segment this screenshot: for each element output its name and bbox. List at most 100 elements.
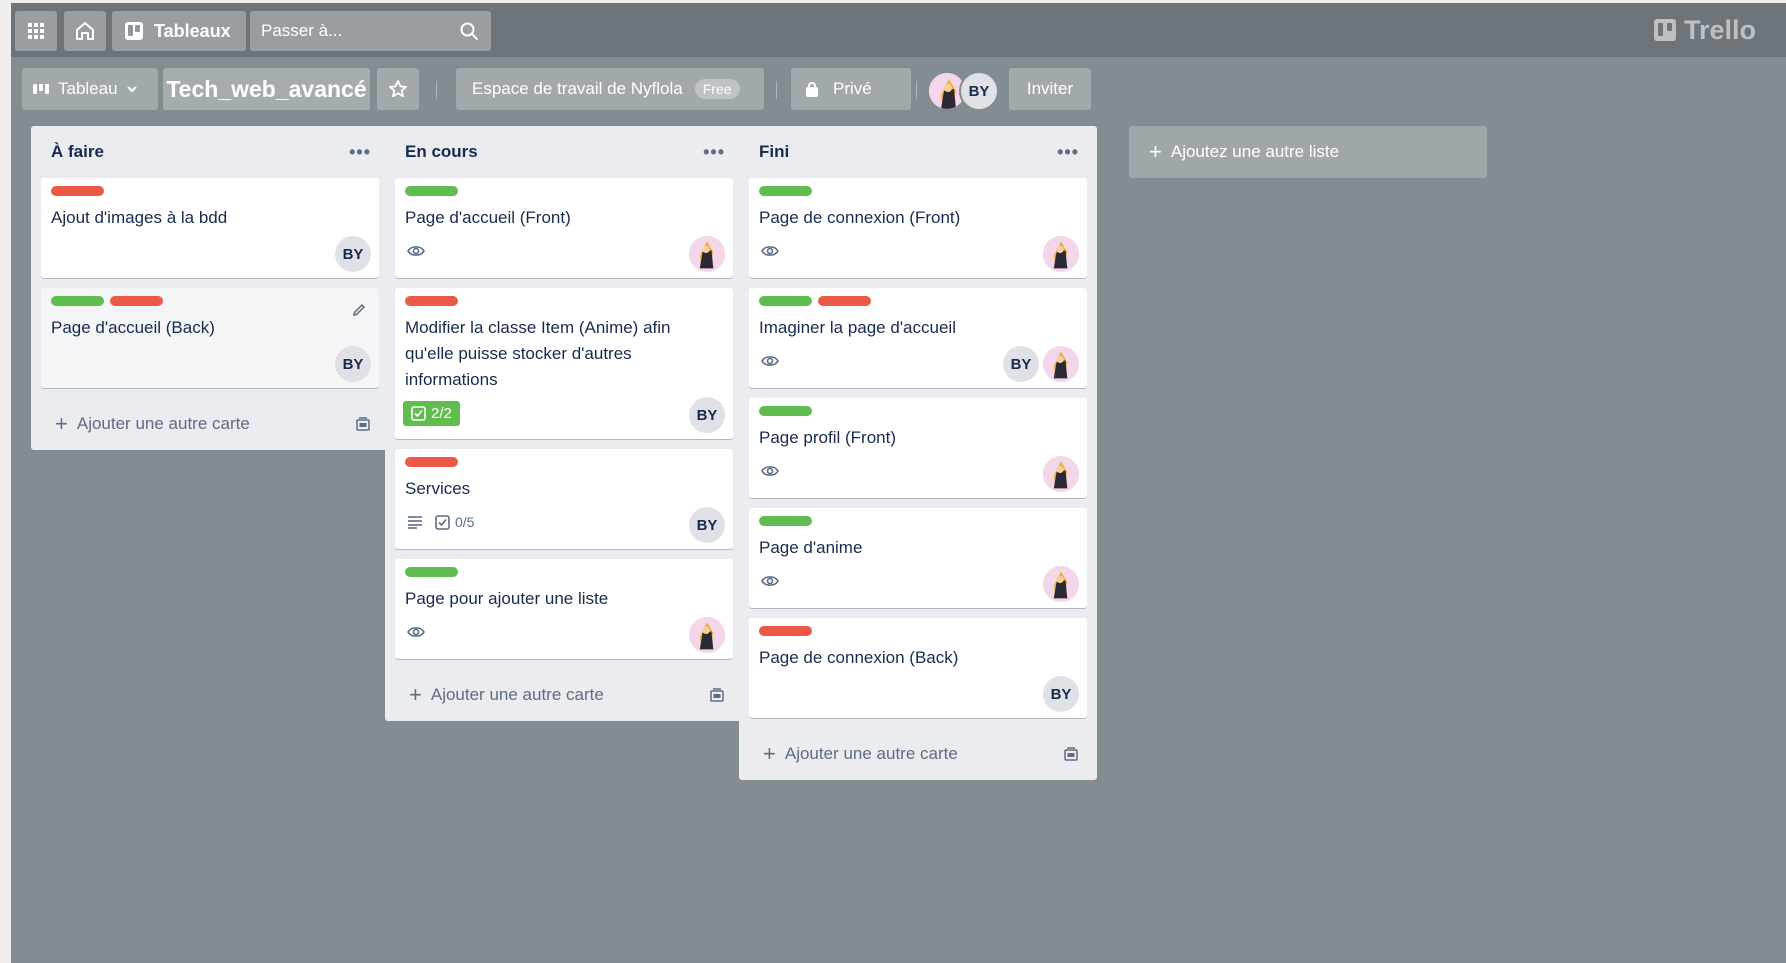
list-title[interactable]: Fini [759,142,789,162]
red-label[interactable] [759,626,812,636]
description-icon [408,516,422,529]
trello-logo-text: Trello [1683,14,1756,45]
card[interactable]: Ajout d'images à la bdd BY [41,178,379,278]
board-view-switcher[interactable]: Tableau [22,68,158,110]
jump-to-search[interactable]: Passer à... [250,11,491,51]
card-title: Page d'accueil (Front) [405,208,571,227]
boards-button[interactable]: Tableaux [112,11,246,51]
card-list: Page de connexion (Front) Imaginer la pag… [739,178,1097,718]
card-badges [405,616,723,648]
lock-icon [806,82,818,97]
board-icon [125,22,143,40]
card[interactable]: Page d'accueil (Front) [395,178,733,278]
member-avatar[interactable] [689,617,725,653]
add-card-button[interactable]: + Ajouter une autre carte [385,669,743,721]
card[interactable]: Services 0/5 BY [395,449,733,549]
card-labels [759,626,1077,636]
card[interactable]: Imaginer la page d'accueil BY [749,288,1087,388]
board-title[interactable]: Tech_web_avancé [163,68,370,110]
card[interactable]: Page pour ajouter une liste [395,559,733,659]
member-avatar[interactable] [689,236,725,272]
list-title[interactable]: À faire [51,142,104,162]
red-label[interactable] [110,296,163,306]
green-label[interactable] [759,186,812,196]
edit-icon[interactable] [351,302,367,318]
watch-badge [761,244,779,258]
member-avatar[interactable]: BY [689,397,725,433]
card-title: Page de connexion (Front) [759,208,961,227]
member-avatar[interactable]: BY [1003,346,1039,382]
member-avatar[interactable]: BY [959,71,999,111]
header-divider [916,81,917,99]
member-avatar[interactable]: BY [1043,676,1079,712]
board-view-label: Tableau [58,79,118,98]
home-button[interactable] [64,11,106,51]
card[interactable]: Page de connexion (Front) [749,178,1087,278]
chevron-down-icon [126,86,137,93]
card[interactable]: Page profil (Front) [749,398,1087,498]
list-menu-icon[interactable]: ••• [703,142,725,163]
green-label[interactable] [51,296,104,306]
member-avatar[interactable] [1043,346,1079,382]
member-avatar[interactable]: BY [335,236,371,272]
card[interactable]: Page d'anime [749,508,1087,608]
card-members [1043,456,1079,492]
star-board-button[interactable] [377,68,419,110]
description-badge [407,515,423,529]
watch-badge [761,464,779,478]
card[interactable]: Modifier la classe Item (Anime) afin qu'… [395,288,733,439]
list-header[interactable]: En cours ••• [385,126,743,178]
card-template-icon[interactable] [355,416,371,432]
list-header[interactable]: À faire ••• [31,126,389,178]
card-template-icon[interactable] [1063,746,1079,762]
card-badges [759,455,1077,487]
list-header[interactable]: Fini ••• [739,126,1097,178]
member-avatar[interactable]: BY [335,346,371,382]
card-title: Page profil (Front) [759,428,896,447]
card-title: Page pour ajouter une liste [405,589,609,608]
add-card-label: Ajouter une autre carte [76,414,250,433]
visibility-label: Privé [833,79,872,98]
list-title[interactable]: En cours [405,142,478,162]
card-labels [405,567,723,577]
workspace-button[interactable]: Espace de travail de Nyflola Free [456,68,764,110]
green-label[interactable] [759,296,812,306]
card[interactable]: Page de connexion (Back) BY [749,618,1087,718]
green-label[interactable] [405,567,458,577]
green-label[interactable] [759,516,812,526]
board-members: BY [927,71,999,111]
card-title: Imaginer la page d'accueil [759,318,956,337]
trello-logo[interactable]: Trello [1653,14,1756,45]
member-initials: BY [1050,685,1072,703]
list-menu-icon[interactable]: ••• [349,142,371,163]
add-card-button[interactable]: + Ajouter une autre carte [31,398,389,450]
card-members [689,236,725,272]
red-label[interactable] [51,186,104,196]
invite-button[interactable]: Inviter [1009,68,1091,110]
add-list-label: Ajoutez une autre liste [1170,142,1340,161]
card-labels [405,457,723,467]
apps-switcher-button[interactable] [15,11,57,51]
red-label[interactable] [405,457,458,467]
member-avatar[interactable] [1043,236,1079,272]
green-label[interactable] [405,186,458,196]
card[interactable]: Page d'accueil (Back) BY [41,288,379,388]
add-card-button[interactable]: + Ajouter une autre carte [739,728,1097,780]
red-label[interactable] [405,296,458,306]
list: À faire ••• Ajout d'images à la bdd BY Page … [31,126,389,450]
watch-icon [407,246,425,256]
add-list-button[interactable]: + Ajoutez une autre liste [1129,126,1487,178]
card-template-icon[interactable] [709,687,725,703]
visibility-button[interactable]: Privé [791,68,911,110]
card-title: Page d'accueil (Back) [51,318,215,337]
member-initials: BY [968,82,990,100]
card-labels [405,296,723,306]
member-avatar[interactable]: BY [689,507,725,543]
list-menu-icon[interactable]: ••• [1057,142,1079,163]
card-list: Ajout d'images à la bdd BY Page d'accueil … [31,178,389,388]
card-badges: 2/2 [403,397,723,429]
member-avatar[interactable] [1043,456,1079,492]
red-label[interactable] [818,296,871,306]
green-label[interactable] [759,406,812,416]
member-avatar[interactable] [1043,566,1079,602]
